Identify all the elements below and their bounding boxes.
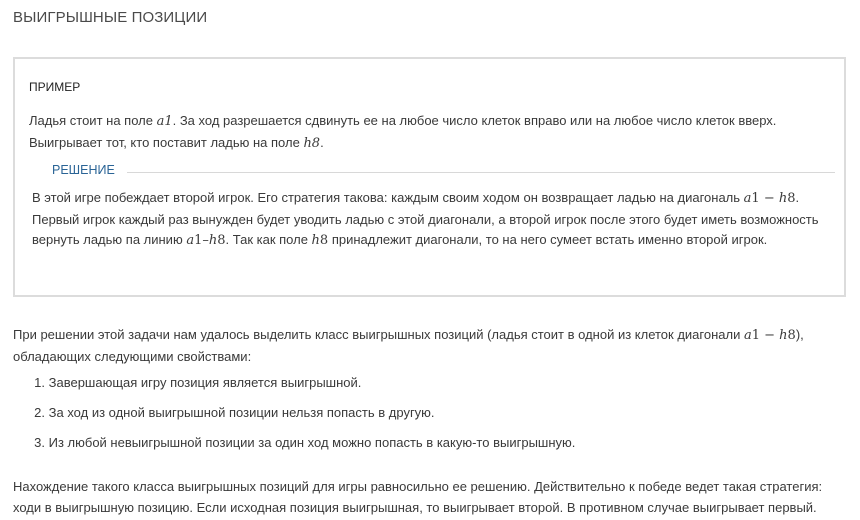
math-expression: h	[779, 328, 788, 343]
math-expression: h	[778, 191, 788, 206]
list-item-text: Из любой невыигрышной позиции за один хо…	[48, 435, 576, 450]
solution-text: В этой игре побеждает второй игрок. Его …	[32, 188, 822, 252]
math-expression: 8	[787, 328, 796, 343]
list-item: 3. Из любой невыигрышной позиции за один…	[13, 433, 575, 463]
list-number: 1.	[34, 375, 45, 390]
intro-text: При решении этой задачи нам удалось выде…	[13, 327, 744, 342]
list-number: 3.	[34, 435, 45, 450]
example-text: .	[320, 134, 324, 150]
solution-label: РЕШЕНИЕ	[52, 163, 127, 177]
example-statement: Ладья стоит на поле a1. За ход разрешает…	[29, 111, 829, 154]
example-box: ПРИМЕР Ладья стоит на поле a1. За ход ра…	[13, 57, 846, 297]
math-expression: 8	[787, 191, 796, 206]
divider-line	[52, 172, 835, 173]
list-item-text: За ход из одной выигрышной позиции нельз…	[48, 405, 435, 420]
math-expression: 1 −	[751, 191, 779, 206]
math-expression: a	[743, 328, 752, 343]
page: ВЫИГРЫШНЫЕ ПОЗИЦИИ ПРИМЕР Ладья стоит на…	[0, 0, 860, 520]
math-expression: 8	[217, 233, 226, 249]
list-item: 2. За ход из одной выигрышной позиции не…	[13, 403, 575, 433]
list-number: 2.	[34, 405, 45, 420]
solution-text-part: . Так как поле	[225, 232, 312, 248]
page-title: ВЫИГРЫШНЫЕ ПОЗИЦИИ	[13, 9, 208, 26]
math-expression: 1 −	[751, 328, 780, 343]
intro-paragraph: При решении этой задачи нам удалось выде…	[13, 324, 843, 367]
math-expression: 8	[319, 233, 329, 249]
math-expression: h	[208, 233, 218, 249]
properties-list: 1. Завершающая игру позиция является выи…	[13, 373, 575, 463]
example-text: Ладья стоит на поле	[29, 113, 157, 128]
math-expression: h	[311, 233, 320, 249]
math-expression: a1	[156, 114, 173, 129]
list-item-text: Завершающая игру позиция является выигры…	[48, 375, 362, 390]
conclusion-paragraph: Нахождение такого класса выигрышных пози…	[13, 479, 823, 515]
solution-text-part: принадлежит диагонали, то на него сумеет…	[328, 232, 768, 248]
list-item: 1. Завершающая игру позиция является выи…	[13, 373, 575, 403]
example-heading: ПРИМЕР	[29, 80, 81, 94]
math-expression: 1–	[194, 233, 209, 249]
solution-divider: РЕШЕНИЕ	[52, 161, 835, 181]
math-expression: h8	[303, 135, 321, 151]
math-expression: a	[186, 233, 195, 249]
solution-text-part: В этой игре побеждает второй игрок. Его …	[32, 190, 744, 205]
